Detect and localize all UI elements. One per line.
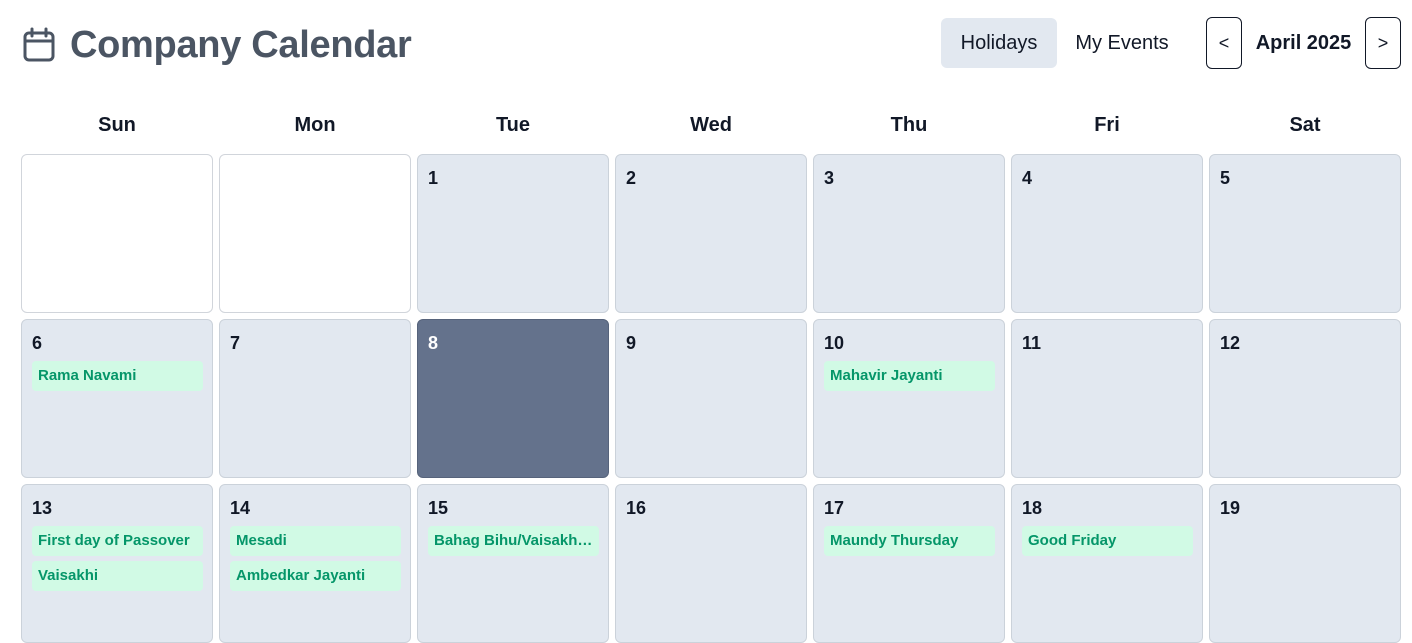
day-number: 10 bbox=[824, 333, 845, 353]
event-list: Mahavir Jayanti bbox=[824, 361, 995, 391]
day-cell[interactable]: 2 bbox=[615, 154, 807, 313]
weekday-label: Sun bbox=[98, 114, 136, 136]
title-group: Company Calendar bbox=[22, 22, 412, 68]
event-list: First day of Passover Vaisakhi bbox=[32, 526, 203, 591]
weekday-label: Mon bbox=[294, 114, 336, 136]
day-cell[interactable]: 18 Good Friday bbox=[1011, 484, 1203, 643]
day-cell[interactable]: 1 bbox=[417, 154, 609, 313]
tab-holidays[interactable]: Holidays bbox=[941, 18, 1057, 68]
holiday-event-chip[interactable]: Maundy Thursday bbox=[824, 526, 995, 556]
day-number: 4 bbox=[1022, 168, 1033, 188]
weekday-header-row: Sun Mon Tue Wed Thu Fri Sat bbox=[21, 110, 1401, 142]
day-number: 18 bbox=[1022, 498, 1043, 518]
day-number: 5 bbox=[1220, 168, 1231, 188]
calendar-header: Company Calendar Holidays My Events < Ap… bbox=[0, 0, 1412, 90]
day-cell[interactable]: 10 Mahavir Jayanti bbox=[813, 319, 1005, 478]
day-number: 15 bbox=[428, 498, 449, 518]
weekday-label: Tue bbox=[495, 114, 531, 136]
weekday-label: Wed bbox=[690, 114, 732, 136]
empty-day-cell bbox=[219, 154, 411, 313]
weekday-label: Thu bbox=[890, 114, 928, 136]
day-cell[interactable]: 19 bbox=[1209, 484, 1401, 643]
empty-day-cell bbox=[21, 154, 213, 313]
day-number: 19 bbox=[1220, 498, 1241, 518]
holiday-event-chip[interactable]: Ambedkar Jayanti bbox=[230, 561, 401, 591]
day-cell[interactable]: 13 First day of Passover Vaisakhi bbox=[21, 484, 213, 643]
day-cell[interactable]: 14 Mesadi Ambedkar Jayanti bbox=[219, 484, 411, 643]
event-list: Bahag Bihu/Vaisakhadi bbox=[428, 526, 599, 556]
day-number: 7 bbox=[230, 333, 241, 353]
holiday-event-chip[interactable]: Bahag Bihu/Vaisakhadi bbox=[428, 526, 599, 556]
holiday-event-chip[interactable]: Rama Navami bbox=[32, 361, 203, 391]
day-number: 13 bbox=[32, 498, 53, 518]
day-cell[interactable]: 6 Rama Navami bbox=[21, 319, 213, 478]
day-cell[interactable]: 8 bbox=[417, 319, 609, 478]
event-list: Good Friday bbox=[1022, 526, 1193, 556]
day-cell[interactable]: 5 bbox=[1209, 154, 1401, 313]
day-cell[interactable]: 15 Bahag Bihu/Vaisakhadi bbox=[417, 484, 609, 643]
day-number: 17 bbox=[824, 498, 845, 518]
holiday-event-chip[interactable]: Mesadi bbox=[230, 526, 401, 556]
holiday-event-chip[interactable]: First day of Passover bbox=[32, 526, 203, 556]
day-cell[interactable]: 11 bbox=[1011, 319, 1203, 478]
day-number: 16 bbox=[626, 498, 647, 518]
day-number: 1 bbox=[428, 168, 439, 188]
event-list: Rama Navami bbox=[32, 361, 203, 391]
page-title: Company Calendar bbox=[70, 23, 412, 66]
weekday-label: Fri bbox=[1094, 114, 1120, 136]
calendar-grid: 1 2 3 4 5 6 Rama Navami 7 8 9 10 Mahavir Jayanti 11 1… bbox=[21, 154, 1401, 643]
calendar-icon bbox=[22, 27, 56, 63]
day-number: 11 bbox=[1022, 333, 1042, 353]
weekday-label: Sat bbox=[1289, 114, 1321, 136]
holiday-event-chip[interactable]: Good Friday bbox=[1022, 526, 1193, 556]
day-cell[interactable]: 12 bbox=[1209, 319, 1401, 478]
holiday-event-chip[interactable]: Vaisakhi bbox=[32, 561, 203, 591]
day-number: 14 bbox=[230, 498, 251, 518]
day-number: 3 bbox=[824, 168, 835, 188]
day-number: 9 bbox=[626, 333, 637, 353]
day-number: 6 bbox=[32, 333, 43, 353]
day-cell[interactable]: 9 bbox=[615, 319, 807, 478]
day-number: 8 bbox=[428, 333, 439, 353]
current-month-label: April 2025 bbox=[1255, 31, 1352, 54]
next-month-button[interactable]: > bbox=[1365, 17, 1401, 69]
event-list: Mesadi Ambedkar Jayanti bbox=[230, 526, 401, 591]
event-list: Maundy Thursday bbox=[824, 526, 995, 556]
day-cell[interactable]: 16 bbox=[615, 484, 807, 643]
day-number: 2 bbox=[626, 168, 637, 188]
prev-month-button[interactable]: < bbox=[1206, 17, 1242, 69]
day-cell[interactable]: 4 bbox=[1011, 154, 1203, 313]
tab-my-events[interactable]: My Events bbox=[1063, 18, 1181, 68]
day-cell[interactable]: 17 Maundy Thursday bbox=[813, 484, 1005, 643]
day-number: 12 bbox=[1220, 333, 1241, 353]
holiday-event-chip[interactable]: Mahavir Jayanti bbox=[824, 361, 995, 391]
day-cell[interactable]: 3 bbox=[813, 154, 1005, 313]
day-cell[interactable]: 7 bbox=[219, 319, 411, 478]
